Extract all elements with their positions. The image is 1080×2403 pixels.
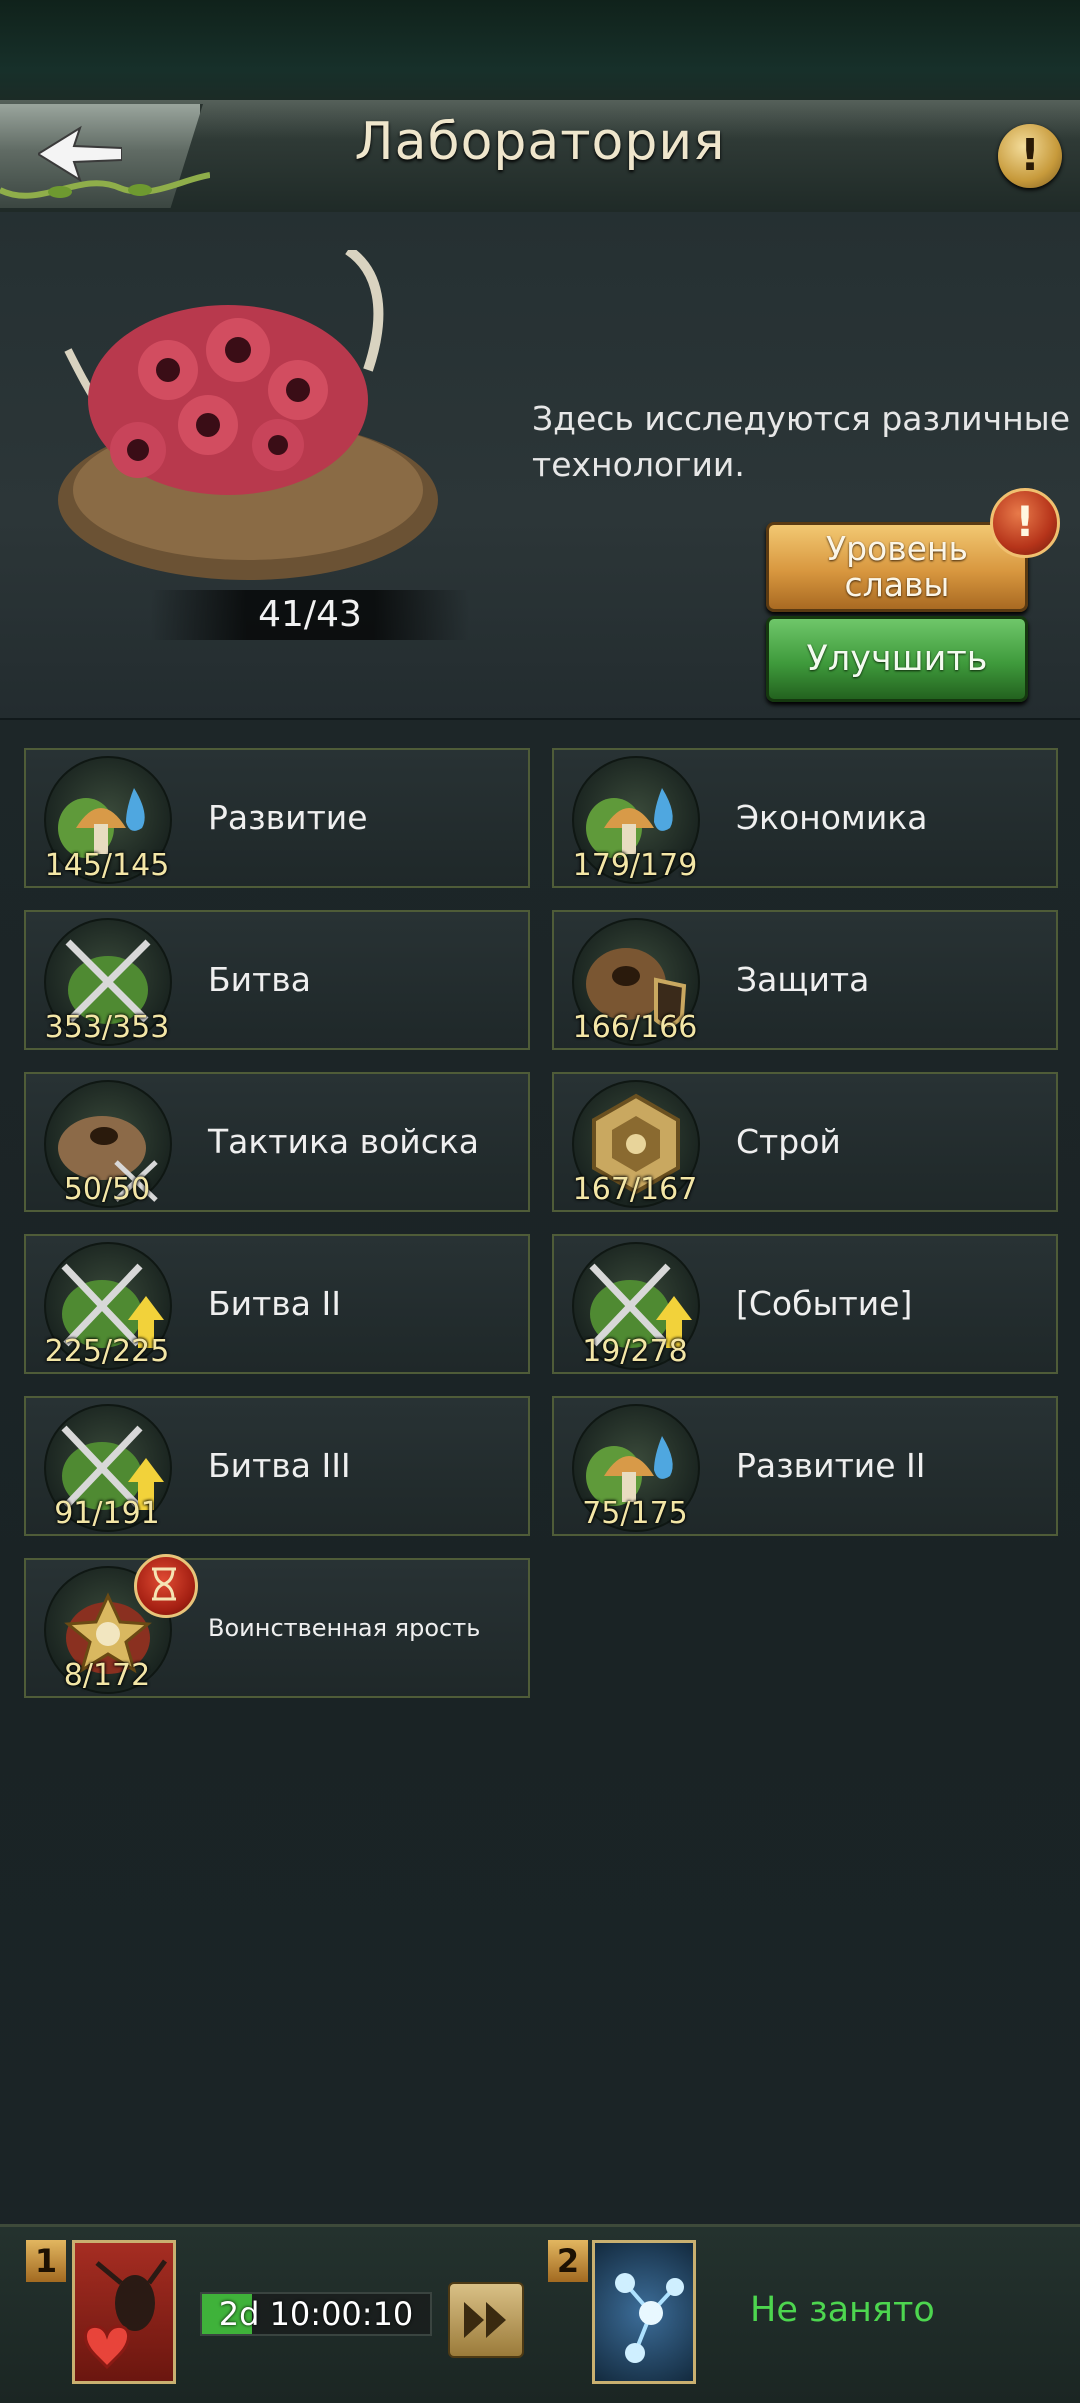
category-card-development[interactable]: 145/145 Развитие — [24, 748, 530, 888]
category-card-battle-3[interactable]: 91/191 Битва III — [24, 1396, 530, 1536]
category-count: 353/353 — [44, 1010, 170, 1045]
category-card-development-2[interactable]: 75/175 Развитие II — [552, 1396, 1058, 1536]
queue-slot-1-timer: 2d 10:00:10 — [200, 2292, 432, 2336]
queue-slot-2-status: Не занято — [750, 2290, 935, 2330]
category-count: 167/167 — [572, 1172, 698, 1207]
category-count: 50/50 — [63, 1172, 151, 1207]
category-card-warlike-rage[interactable]: 8/172 Воинственная ярость — [24, 1554, 530, 1698]
category-count: 75/175 — [582, 1496, 688, 1531]
category-count: 91/191 — [54, 1496, 160, 1531]
category-card-troop-tactics[interactable]: 50/50 Тактика войска — [24, 1072, 530, 1212]
category-count: 225/225 — [44, 1334, 170, 1369]
molecule-icon — [615, 2273, 684, 2363]
category-card-economy[interactable]: 179/179 Экономика — [552, 748, 1058, 888]
category-label: Воинственная ярость — [208, 1614, 481, 1642]
category-label: Тактика войска — [208, 1122, 480, 1161]
category-card-defense[interactable]: 166/166 Защита — [552, 910, 1058, 1050]
fast-forward-icon — [464, 2302, 506, 2338]
category-count: 179/179 — [572, 848, 698, 883]
category-label: Экономика — [736, 798, 928, 837]
glory-level-button[interactable]: Уровень славы — [766, 522, 1028, 612]
glory-level-label: Уровень славы — [825, 529, 969, 604]
speed-up-button[interactable] — [448, 2282, 524, 2358]
category-count: 8/172 — [63, 1658, 151, 1693]
building-description: Здесь исследуются различные технологии. — [532, 399, 1071, 484]
category-card-formation[interactable]: 167/167 Строй — [552, 1072, 1058, 1212]
category-label: Развитие — [208, 798, 368, 837]
category-card-event[interactable]: 19/278 [Событие] — [552, 1234, 1058, 1374]
category-card-battle-2[interactable]: 225/225 Битва II — [24, 1234, 530, 1374]
info-button[interactable]: ! — [998, 124, 1062, 188]
category-label: Развитие II — [736, 1446, 926, 1485]
beetle-heart-icon — [84, 2259, 168, 2370]
queue-slot-1-number: 1 — [26, 2240, 66, 2282]
queue-slot-2-number: 2 — [548, 2240, 588, 2282]
vine-decoration — [0, 172, 210, 199]
category-label: Битва III — [208, 1446, 351, 1485]
queue-slot-1[interactable] — [72, 2240, 176, 2384]
category-count: 19/278 — [582, 1334, 688, 1369]
page-title: Лаборатория — [354, 112, 726, 172]
category-label: Битва II — [208, 1284, 341, 1323]
category-count: 145/145 — [44, 848, 170, 883]
upgrade-button[interactable]: Улучшить — [766, 616, 1028, 702]
category-label: [Событие] — [736, 1284, 913, 1323]
status-strip — [0, 0, 1080, 100]
category-card-battle[interactable]: 353/353 Битва — [24, 910, 530, 1050]
laboratory-coral-image — [58, 250, 438, 580]
category-label: Строй — [736, 1122, 841, 1161]
category-label: Защита — [736, 960, 870, 999]
category-count: 166/166 — [572, 1010, 698, 1045]
queue-slot-2[interactable] — [592, 2240, 696, 2384]
glory-alert-icon: ! — [990, 488, 1060, 558]
hourglass-icon — [134, 1554, 198, 1618]
building-level-progress: 41/43 — [150, 590, 470, 640]
exclamation-icon: ! — [1019, 130, 1041, 181]
category-label: Битва — [208, 960, 311, 999]
timer-text: 2d 10:00:10 — [218, 2295, 414, 2333]
